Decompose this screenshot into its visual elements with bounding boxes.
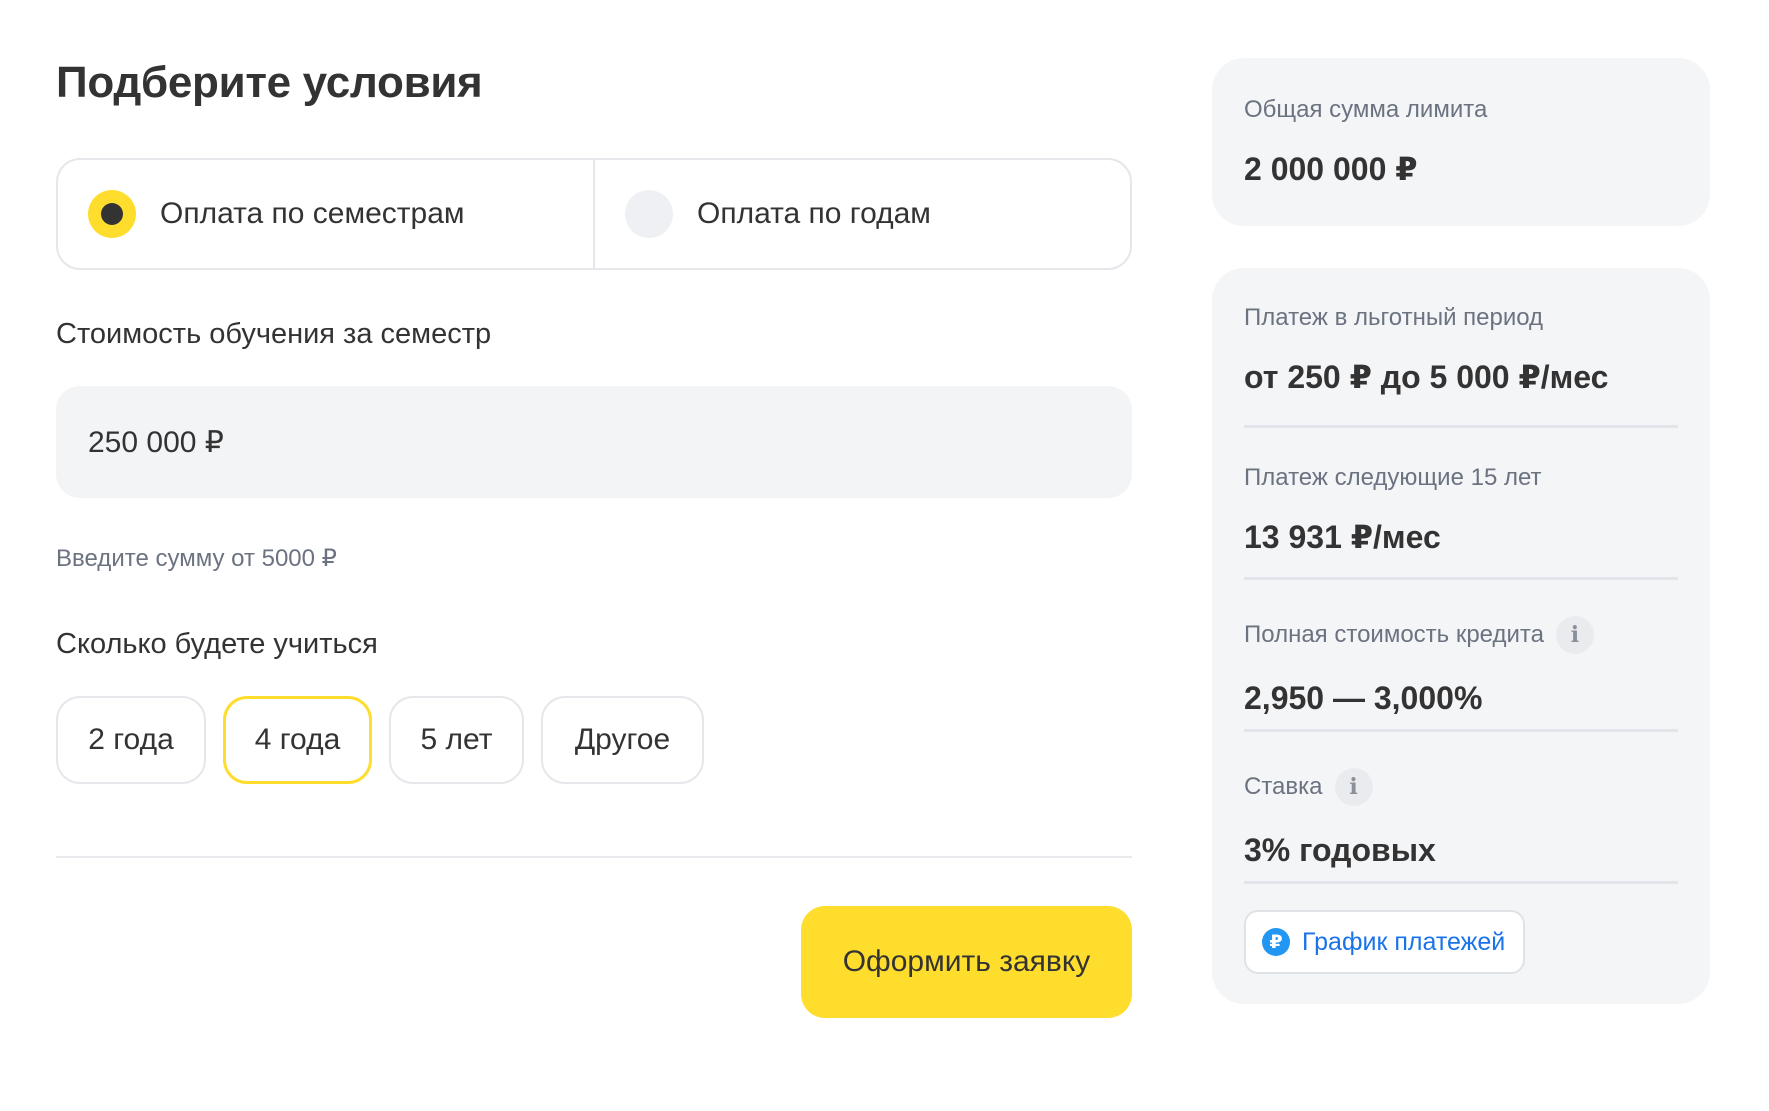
psk-label: Полная стоимость кредита xyxy=(1244,621,1544,648)
next-payment-row: Платеж следующие 15 лет 13 931 ₽/мес xyxy=(1244,428,1678,580)
page-title: Подберите условия xyxy=(56,58,483,107)
rate-label: Ставка xyxy=(1244,773,1323,800)
payment-schedule-label: График платежей xyxy=(1302,927,1506,956)
tuition-field[interactable] xyxy=(56,386,1132,498)
duration-chip-2-years[interactable]: 2 года xyxy=(56,696,206,784)
limit-card: Общая сумма лимита 2 000 000 ₽ xyxy=(1212,58,1710,226)
duration-label: Сколько будете учиться xyxy=(56,628,378,660)
next-payment-value: 13 931 ₽/мес xyxy=(1244,519,1441,555)
payment-schedule-button[interactable]: ₽ График платежей xyxy=(1244,910,1526,974)
radio-year[interactable] xyxy=(625,190,673,238)
rate-label-wrap: Ставка i xyxy=(1244,768,1678,806)
grace-payment-label: Платеж в льготный период xyxy=(1244,304,1544,331)
ruble-icon: ₽ xyxy=(1262,928,1290,956)
limit-value: 2 000 000 ₽ xyxy=(1244,151,1418,187)
divider xyxy=(56,856,1132,858)
option-pay-by-year[interactable]: Оплата по годам xyxy=(593,160,1130,268)
info-icon[interactable]: i xyxy=(1334,768,1373,806)
submit-application-button[interactable]: Оформить заявку xyxy=(801,906,1132,1018)
psk-label-wrap: Полная стоимость кредита i xyxy=(1244,616,1678,654)
psk-row: Полная стоимость кредита i 2,950 — 3,000… xyxy=(1244,580,1678,732)
rate-row: Ставка i 3% годовых xyxy=(1244,732,1678,884)
duration-options: 2 года 4 года 5 лет Другое xyxy=(56,696,704,784)
grace-payment-value: от 250 ₽ до 5 000 ₽/мес xyxy=(1244,359,1609,395)
tuition-input[interactable] xyxy=(88,425,988,459)
info-icon[interactable]: i xyxy=(1555,616,1594,654)
psk-value: 2,950 — 3,000% xyxy=(1244,680,1483,716)
option-year-label: Оплата по годам xyxy=(697,197,931,230)
next-payment-label: Платеж следующие 15 лет xyxy=(1244,464,1542,491)
duration-chip-5-years[interactable]: 5 лет xyxy=(389,696,524,784)
tuition-hint: Введите сумму от 5000 ₽ xyxy=(56,545,337,572)
option-semester-label: Оплата по семестрам xyxy=(160,197,465,230)
duration-chip-other[interactable]: Другое xyxy=(541,696,704,784)
rate-value: 3% годовых xyxy=(1244,832,1436,868)
radio-semester[interactable] xyxy=(88,190,136,238)
duration-chip-4-years[interactable]: 4 года xyxy=(223,696,372,784)
option-pay-by-semester[interactable]: Оплата по семестрам xyxy=(58,160,593,268)
payment-mode-switch: Оплата по семестрам Оплата по годам xyxy=(56,158,1132,270)
grace-payment-row: Платеж в льготный период от 250 ₽ до 5 0… xyxy=(1244,268,1678,428)
limit-label: Общая сумма лимита xyxy=(1244,96,1488,123)
tuition-label: Стоимость обучения за семестр xyxy=(56,318,492,350)
payments-card: Платеж в льготный период от 250 ₽ до 5 0… xyxy=(1212,268,1710,1004)
